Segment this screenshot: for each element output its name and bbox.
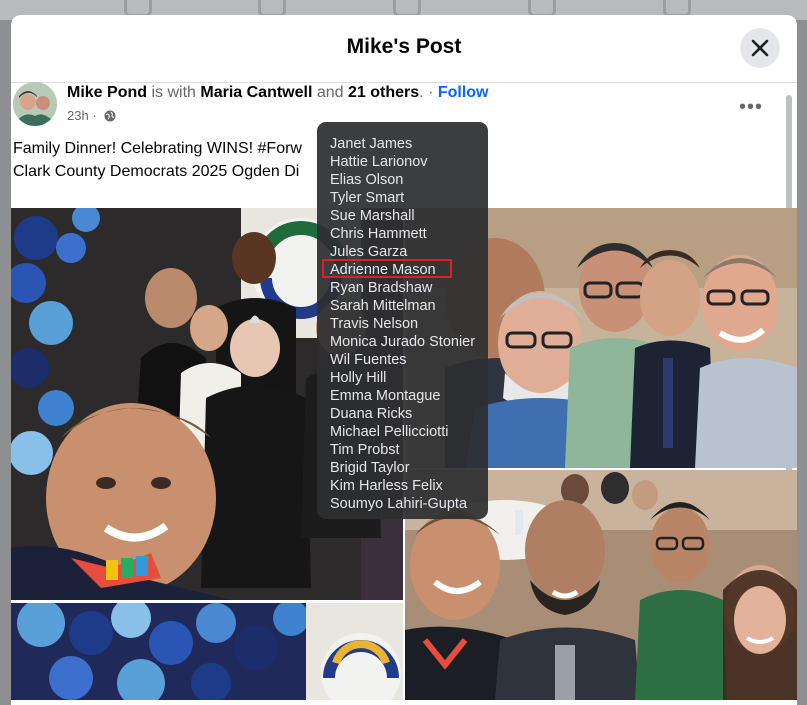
tagged-person-item: Soumyo Lahiri-Gupta	[330, 496, 468, 512]
tagged-person-item: Emma Montague	[330, 388, 441, 404]
close-button[interactable]	[740, 28, 780, 68]
author-avatar[interactable]	[13, 82, 57, 126]
tagged-person-item: Michael Pellicciotti	[330, 424, 449, 440]
tagged-person-item: Holly Hill	[330, 370, 387, 386]
and-text: and	[316, 84, 344, 101]
post-meta: 23h ·	[67, 108, 116, 123]
tagged-person-item: Duana Ricks	[330, 406, 413, 422]
tagged-person-item: Travis Nelson	[330, 316, 419, 332]
others-count-link[interactable]: 21 others	[348, 84, 419, 101]
tagged-person-item: Elias Olson	[330, 172, 404, 188]
author-line: Mike Pond is with Maria Cantwell and 21 …	[67, 84, 489, 101]
with-text: is with	[151, 84, 196, 101]
tagged-person-item: Chris Hammett	[330, 226, 427, 242]
tagged-person-item: Tyler Smart	[330, 190, 405, 206]
author-name[interactable]: Mike Pond	[67, 84, 147, 101]
modal-header: Mike's Post	[11, 15, 797, 83]
follow-button[interactable]: Follow	[438, 84, 489, 101]
post-photo[interactable]	[11, 603, 403, 700]
globe-icon	[104, 110, 116, 122]
more-options-icon: •••	[739, 96, 764, 118]
tagged-person-item: Janet James	[330, 136, 413, 152]
tagged-person-item: Monica Jurado Stonier	[330, 334, 476, 350]
tagged-person-item: Wil Fuentes	[330, 352, 407, 368]
tagged-person-item: Brigid Taylor	[330, 460, 410, 476]
tagged-person-item: Hattie Larionov	[330, 154, 428, 170]
tagged-person[interactable]: Maria Cantwell	[200, 84, 312, 101]
post-timestamp[interactable]: 23h	[67, 108, 89, 123]
tagged-person-item: Ryan Bradshaw	[330, 280, 433, 296]
tagged-people-list: Janet James Hattie Larionov Elias Olson …	[330, 135, 475, 513]
highlight-box	[322, 259, 452, 278]
more-options-button[interactable]: •••	[739, 96, 763, 119]
close-icon	[751, 39, 769, 57]
tagged-person-item: Sue Marshall	[330, 208, 415, 224]
tagged-person-item: Tim Probst	[330, 442, 400, 458]
tagged-person-item: Sarah Mittelman	[330, 298, 436, 314]
tagged-person-item: Kim Harless Felix	[330, 478, 443, 494]
tagged-people-tooltip: Janet James Hattie Larionov Elias Olson …	[317, 122, 488, 519]
modal-title: Mike's Post	[346, 35, 462, 58]
